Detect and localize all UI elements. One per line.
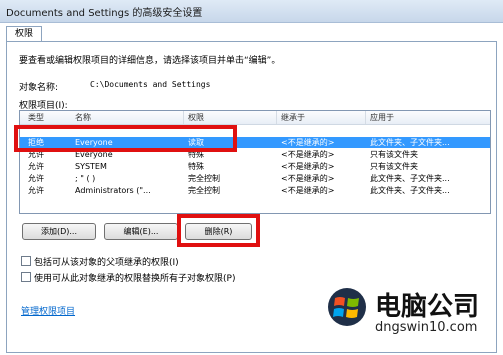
list-row[interactable]: 允许 SYSTEM 特殊 <不是继承的> 只有该文件夹 — [20, 161, 490, 172]
row-type: 允许 — [28, 174, 44, 183]
row-applies-to: 只有该文件夹 — [370, 150, 418, 159]
row-name: ; " ( ) — [75, 174, 96, 183]
list-header: 类型 名称 权限 继承于 应用于 — [20, 111, 490, 125]
edit-button[interactable]: 编辑(E)... — [104, 223, 178, 240]
column-header-type[interactable]: 类型 — [28, 112, 44, 123]
title-bar: Documents and Settings 的高级安全设置 — [0, 0, 503, 23]
row-applies-to: 只有该文件夹 — [370, 162, 418, 171]
row-type: 允许 — [28, 186, 44, 195]
watermark-url: dngswin10.com — [375, 320, 478, 335]
row-applies-to: 此文件夹、子文件夹... — [370, 174, 450, 183]
column-header-name[interactable]: 名称 — [75, 112, 91, 123]
column-header-inherited-from[interactable]: 继承于 — [281, 112, 305, 123]
replace-child-permissions-checkbox[interactable] — [21, 272, 31, 282]
row-inherited-from: <不是继承的> — [281, 186, 335, 195]
replace-child-permissions-label: 使用可从此对象继承的权限替换所有子对象权限(P) — [34, 274, 236, 284]
row-name: SYSTEM — [75, 162, 107, 171]
highlight-box-deny-row — [14, 125, 237, 152]
row-type: 允许 — [28, 162, 44, 171]
row-inherited-from: <不是继承的> — [281, 150, 335, 159]
object-name-value: C:\Documents and Settings — [90, 80, 211, 89]
inherit-permissions-label: 包括可从该对象的父项继承的权限(I) — [34, 258, 179, 268]
row-name: Administrators ("... — [75, 186, 151, 195]
instructions-text: 要查看或编辑权限项目的详细信息，请选择该项目并单击“编辑”。 — [19, 56, 281, 66]
list-row[interactable]: 允许 Administrators ("... 完全控制 <不是继承的> 此文件… — [20, 185, 490, 196]
row-inherited-from: <不是继承的> — [281, 174, 335, 183]
row-permission: 完全控制 — [188, 186, 220, 195]
column-separator — [365, 111, 366, 124]
list-row[interactable]: 允许 ; " ( ) 完全控制 <不是继承的> 此文件夹、子文件夹... — [20, 173, 490, 184]
manage-permissions-link[interactable]: 管理权限项目 — [21, 304, 75, 317]
column-separator — [183, 111, 184, 124]
row-permission: 特殊 — [188, 162, 204, 171]
add-button[interactable]: 添加(D)... — [22, 223, 96, 240]
object-name-label: 对象名称: — [19, 83, 59, 93]
row-applies-to: 此文件夹、子文件夹... — [370, 138, 450, 147]
windows-logo-icon — [328, 288, 366, 326]
row-inherited-from: <不是继承的> — [281, 162, 335, 171]
column-header-permission[interactable]: 权限 — [188, 112, 204, 123]
column-header-applies-to[interactable]: 应用于 — [370, 112, 394, 123]
inherit-permissions-checkbox[interactable] — [21, 256, 31, 266]
row-inherited-from: <不是继承的> — [281, 138, 335, 147]
column-separator — [276, 111, 277, 124]
row-permission: 完全控制 — [188, 174, 220, 183]
watermark-brand: 电脑公司 — [375, 292, 480, 322]
row-applies-to: 此文件夹、子文件夹... — [370, 186, 450, 195]
highlight-box-delete-button — [177, 214, 260, 247]
window-title: Documents and Settings 的高级安全设置 — [6, 8, 203, 19]
tab-permissions[interactable]: 权限 — [6, 26, 42, 42]
